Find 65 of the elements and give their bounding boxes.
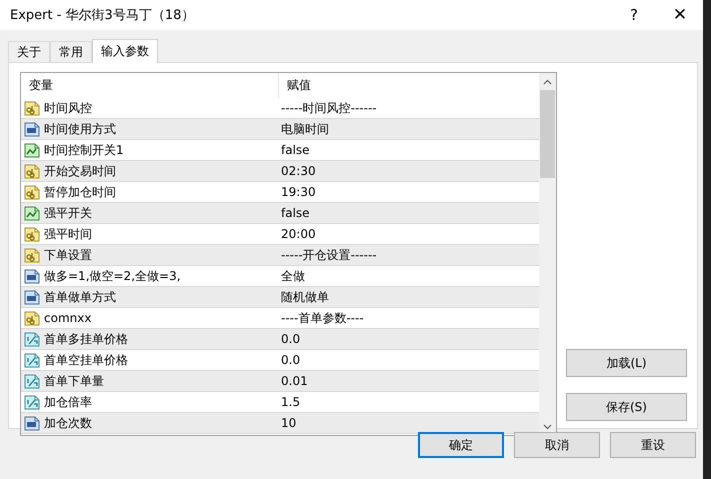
variable-name: 首单多挂单价格 xyxy=(44,330,128,348)
bool-type-icon xyxy=(24,142,40,158)
variable-name: 加仓倍率 xyxy=(44,394,92,410)
dialog-button[interactable]: 取消 xyxy=(514,432,600,458)
variable-name: 时间控制开关1 xyxy=(44,142,124,158)
dialog-button[interactable]: 重设 xyxy=(610,432,696,458)
column-header[interactable]: 变量 xyxy=(21,73,279,98)
variable-value: false xyxy=(281,206,310,220)
scroll-thumb[interactable] xyxy=(540,90,555,178)
variable-value: 0.0 xyxy=(281,353,300,367)
scroll-up-icon[interactable] xyxy=(543,78,552,84)
string-type-icon xyxy=(24,184,40,200)
variable-value: false xyxy=(281,143,310,157)
scroll-down-icon[interactable] xyxy=(543,424,552,430)
variable-value: 02:30 xyxy=(281,164,316,178)
variable-name: 首单做单方式 xyxy=(44,288,116,306)
variable-name: 时间使用方式 xyxy=(44,120,116,138)
variable-name: 暂停加仓时间 xyxy=(44,184,116,200)
variable-value: 20:00 xyxy=(281,227,316,241)
int-type-icon xyxy=(24,290,40,304)
help-button[interactable]: ? xyxy=(611,6,657,24)
tab[interactable]: 输入参数 xyxy=(92,39,158,63)
double-type-icon xyxy=(24,374,40,388)
string-type-icon xyxy=(24,248,40,262)
variable-value: ----首单参数---- xyxy=(281,310,364,326)
close-button[interactable]: ✕ xyxy=(657,5,703,25)
load-button[interactable]: 加载(L) xyxy=(566,349,687,377)
tab[interactable]: 关于 xyxy=(8,41,50,62)
string-type-icon xyxy=(24,226,40,242)
variable-name: 加仓次数 xyxy=(44,414,92,432)
variable-value: 全做 xyxy=(281,268,305,284)
variable-value: 1.5 xyxy=(281,395,300,409)
tab[interactable]: 常用 xyxy=(50,41,92,62)
variable-name: 做多=1,做空=2,全做=3, xyxy=(44,268,181,284)
int-type-icon xyxy=(24,122,40,136)
int-type-icon xyxy=(24,416,40,430)
double-type-icon xyxy=(24,352,40,368)
double-type-icon xyxy=(24,332,40,346)
variable-value: -----时间风控------ xyxy=(281,100,377,116)
dialog-button[interactable]: 确定 xyxy=(418,432,504,458)
scrollbar[interactable] xyxy=(539,73,556,435)
variable-value: 0.0 xyxy=(281,332,300,346)
variable-name: 强平时间 xyxy=(44,226,92,242)
string-type-icon xyxy=(24,100,40,116)
int-type-icon xyxy=(24,268,40,284)
bool-type-icon xyxy=(24,206,40,220)
variable-value: 电脑时间 xyxy=(281,120,329,138)
variable-name: 下单设置 xyxy=(44,246,92,264)
variable-name: 首单下单量 xyxy=(44,372,104,390)
variable-value: 19:30 xyxy=(281,185,316,199)
string-type-icon xyxy=(24,310,40,326)
double-type-icon xyxy=(24,394,40,410)
variable-value: 0.01 xyxy=(281,374,308,388)
window-title: Expert - 华尔街3号马丁（18） xyxy=(10,7,196,24)
column-header[interactable]: 赋值 xyxy=(279,73,539,98)
variable-value: 随机做单 xyxy=(281,288,329,306)
variable-name: comnxx xyxy=(44,311,92,325)
variable-value: -----开仓设置------ xyxy=(281,246,377,264)
variable-name: 首单空挂单价格 xyxy=(44,352,128,368)
variable-name: 强平开关 xyxy=(44,204,92,222)
variable-name: 开始交易时间 xyxy=(44,162,116,180)
save-button[interactable]: 保存(S) xyxy=(566,393,687,421)
variable-value: 10 xyxy=(281,416,296,430)
variable-name: 时间风控 xyxy=(44,100,92,116)
string-type-icon xyxy=(24,164,40,178)
